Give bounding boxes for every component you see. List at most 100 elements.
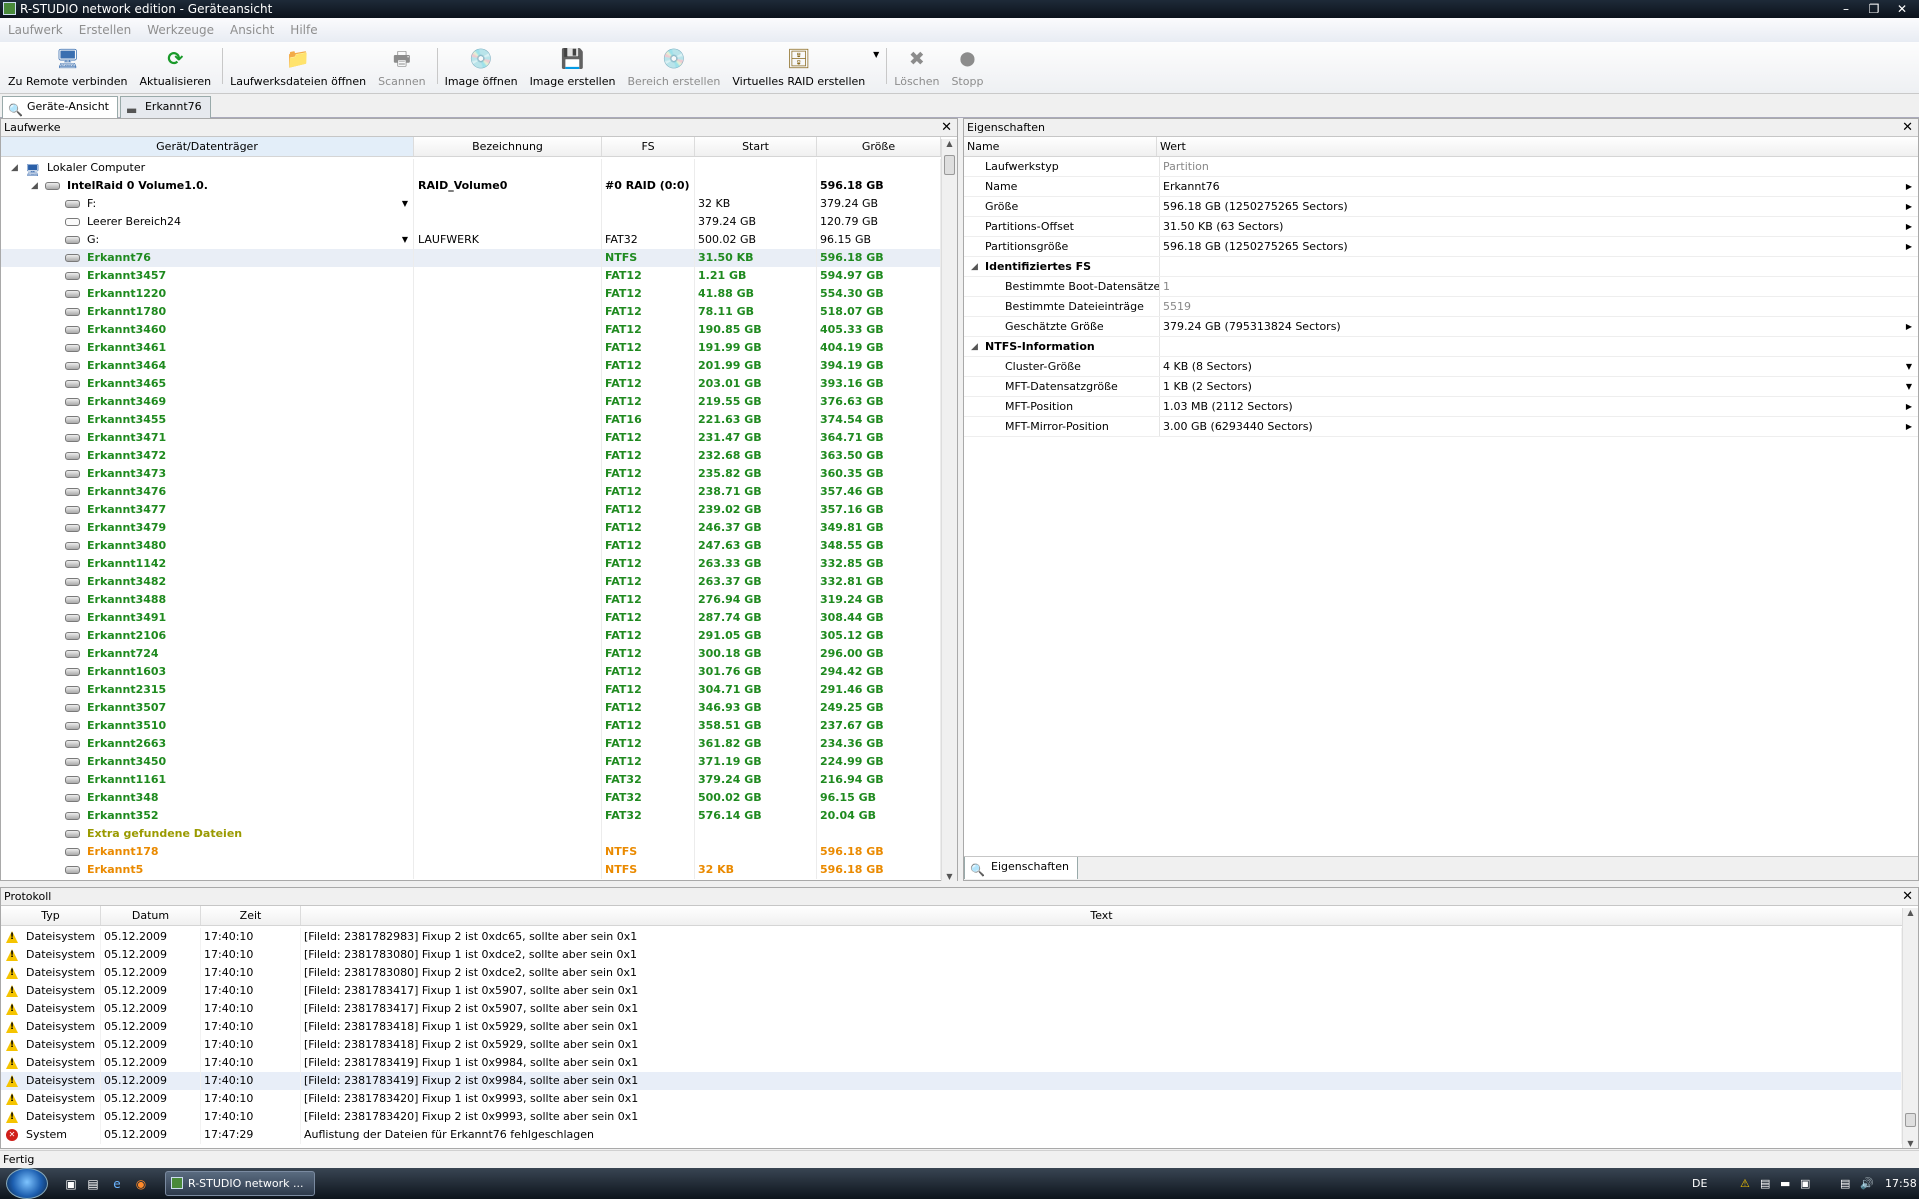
tray-security-icon[interactable]: ⚠ bbox=[1740, 1168, 1750, 1199]
col-fs[interactable]: FS bbox=[602, 137, 695, 156]
property-row[interactable]: Geschätzte Größe 379.24 GB (795313824 Sec… bbox=[964, 317, 1918, 337]
log-scroll-up-icon[interactable]: ▲ bbox=[1903, 908, 1918, 917]
open-drive-files-button[interactable]: 📁 Laufwerksdateien öffnen bbox=[226, 42, 370, 93]
property-row[interactable]: Partitions-Offset 31.50 KB (63 Sectors) ▶ bbox=[964, 217, 1918, 237]
chevron-right-icon[interactable]: ▶ bbox=[1906, 397, 1912, 417]
drive-row[interactable]: Erkannt3510 FAT12 358.51 GB 237.67 GB bbox=[1, 717, 941, 735]
create-virtual-raid-button[interactable]: 🗄 Virtuelles RAID erstellen ▼ bbox=[728, 42, 879, 93]
group-toggle-icon[interactable]: ◢ bbox=[971, 257, 978, 276]
show-desktop-icon[interactable]: ▣ bbox=[64, 1177, 78, 1191]
property-row[interactable]: MFT-Position 1.03 MB (2112 Sectors) ▶ bbox=[964, 397, 1918, 417]
log-scroll-thumb[interactable] bbox=[1905, 1113, 1916, 1127]
scan-button[interactable]: 🖶 Scannen bbox=[374, 42, 429, 93]
scroll-up-icon[interactable]: ▲ bbox=[942, 139, 957, 148]
chevron-right-icon[interactable]: ▶ bbox=[1906, 217, 1912, 237]
drive-row[interactable]: Erkannt724 FAT12 300.18 GB 296.00 GB bbox=[1, 645, 941, 663]
property-row[interactable]: Größe 596.18 GB (1250275265 Sectors) ▶ bbox=[964, 197, 1918, 217]
property-row[interactable]: Bestimmte Boot-Datensätze 1 bbox=[964, 277, 1918, 297]
connect-remote-button[interactable]: 🖥 Zu Remote verbinden bbox=[4, 42, 131, 93]
col-label[interactable]: Bezeichnung bbox=[414, 137, 602, 156]
drive-row[interactable]: Erkannt3455 FAT16 221.63 GB 374.54 GB bbox=[1, 411, 941, 429]
chevron-right-icon[interactable]: ▶ bbox=[1906, 197, 1912, 217]
menu-erstellen[interactable]: Erstellen bbox=[79, 18, 132, 42]
property-row[interactable]: Name Erkannt76 ▶ bbox=[964, 177, 1918, 197]
drive-row[interactable]: Erkannt3457 FAT12 1.21 GB 594.97 GB bbox=[1, 267, 941, 285]
menu-laufwerk[interactable]: Laufwerk bbox=[8, 18, 63, 42]
drive-row[interactable]: Erkannt348 FAT32 500.02 GB 96.15 GB bbox=[1, 789, 941, 807]
create-image-button[interactable]: 💾 Image erstellen bbox=[526, 42, 620, 93]
property-group[interactable]: ◢ NTFS-Information bbox=[964, 337, 1918, 357]
drive-row[interactable]: Erkannt3491 FAT12 287.74 GB 308.44 GB bbox=[1, 609, 941, 627]
property-row[interactable]: MFT-Datensatzgröße 1 KB (2 Sectors) ▼ bbox=[964, 377, 1918, 397]
group-toggle-icon[interactable]: ◢ bbox=[971, 337, 978, 356]
drive-row[interactable]: Erkannt2106 FAT12 291.05 GB 305.12 GB bbox=[1, 627, 941, 645]
drive-row[interactable]: Erkannt1220 FAT12 41.88 GB 554.30 GB bbox=[1, 285, 941, 303]
drives-panel-close-icon[interactable]: ✕ bbox=[941, 119, 952, 137]
log-row[interactable]: ✕ System 05.12.2009 17:47:29 Auflistung der … bbox=[1, 1126, 1902, 1144]
restore-button[interactable]: ❐ bbox=[1865, 0, 1883, 18]
drive-dropdown-icon[interactable]: ▼ bbox=[402, 231, 408, 249]
expand-toggle-icon[interactable]: ◢ bbox=[11, 159, 18, 177]
drive-row[interactable]: Leerer Bereich24 379.24 GB 120.79 GB bbox=[1, 213, 941, 231]
drive-row[interactable]: Erkannt1780 FAT12 78.11 GB 518.07 GB bbox=[1, 303, 941, 321]
log-row[interactable]: Dateisystem 05.12.200917:40:10[FileId: 23… bbox=[1, 982, 1902, 1000]
col-text[interactable]: Text bbox=[301, 906, 1902, 925]
chevron-down-icon[interactable]: ▼ bbox=[1906, 377, 1912, 397]
log-row[interactable]: Dateisystem 05.12.200917:40:10[FileId: 23… bbox=[1, 1090, 1902, 1108]
menu-hilfe[interactable]: Hilfe bbox=[290, 18, 317, 42]
create-region-button[interactable]: 💿 Bereich erstellen bbox=[623, 42, 724, 93]
log-scrollbar[interactable]: ▲ ▼ bbox=[1902, 908, 1918, 1148]
drive-row[interactable]: Erkannt1142 FAT12 263.33 GB 332.85 GB bbox=[1, 555, 941, 573]
col-prop-name[interactable]: Name bbox=[964, 137, 1157, 156]
delete-button[interactable]: ✖ Löschen bbox=[890, 42, 943, 93]
property-row[interactable]: Cluster-Größe 4 KB (8 Sectors) ▼ bbox=[964, 357, 1918, 377]
tray-network-icon[interactable]: ▤ bbox=[1760, 1168, 1770, 1199]
menu-werkzeuge[interactable]: Werkzeuge bbox=[147, 18, 214, 42]
col-start[interactable]: Start bbox=[695, 137, 817, 156]
col-date[interactable]: Datum bbox=[101, 906, 201, 925]
drives-scrollbar[interactable]: ▲ ▼ bbox=[941, 139, 957, 881]
open-image-button[interactable]: 💿 Image öffnen bbox=[441, 42, 522, 93]
log-row[interactable]: Dateisystem 05.12.200917:40:10[FileId: 23… bbox=[1, 1072, 1902, 1090]
col-time[interactable]: Zeit bbox=[201, 906, 301, 925]
log-row[interactable]: Dateisystem 05.12.200917:40:10[FileId: 23… bbox=[1, 946, 1902, 964]
drive-row[interactable]: F: ▼ 32 KB 379.24 GB bbox=[1, 195, 941, 213]
property-row[interactable]: Bestimmte Dateieinträge 5519 bbox=[964, 297, 1918, 317]
clock[interactable]: 17:58 bbox=[1885, 1168, 1917, 1199]
internet-explorer-icon[interactable]: e bbox=[110, 1177, 124, 1191]
drive-row[interactable]: Erkannt3460 FAT12 190.85 GB 405.33 GB bbox=[1, 321, 941, 339]
drive-row[interactable]: Erkannt178 NTFS 596.18 GB bbox=[1, 843, 941, 861]
drive-row[interactable]: Erkannt3471 FAT12 231.47 GB 364.71 GB bbox=[1, 429, 941, 447]
property-row[interactable]: MFT-Mirror-Position 3.00 GB (6293440 Sect… bbox=[964, 417, 1918, 437]
drive-row[interactable]: Erkannt3479 FAT12 246.37 GB 349.81 GB bbox=[1, 519, 941, 537]
firefox-icon[interactable]: ◉ bbox=[134, 1177, 148, 1191]
log-row[interactable]: Dateisystem 05.12.200917:40:10[FileId: 23… bbox=[1, 928, 1902, 946]
scroll-down-icon[interactable]: ▼ bbox=[942, 872, 957, 881]
drive-row[interactable]: Erkannt3461 FAT12 191.99 GB 404.19 GB bbox=[1, 339, 941, 357]
drive-row[interactable]: Erkannt3469 FAT12 219.55 GB 376.63 GB bbox=[1, 393, 941, 411]
close-window-button[interactable]: ✕ bbox=[1893, 0, 1911, 18]
refresh-button[interactable]: ⟳ Aktualisieren bbox=[135, 42, 215, 93]
start-button[interactable] bbox=[6, 1168, 48, 1199]
drive-row[interactable]: Erkannt3507 FAT12 346.93 GB 249.25 GB bbox=[1, 699, 941, 717]
tray-monitor-icon[interactable]: ▤ bbox=[1840, 1168, 1850, 1199]
drive-row[interactable]: Erkannt2663 FAT12 361.82 GB 234.36 GB bbox=[1, 735, 941, 753]
switch-windows-icon[interactable]: ▤ bbox=[86, 1177, 100, 1191]
log-row[interactable]: Dateisystem 05.12.200917:40:10[FileId: 23… bbox=[1, 1054, 1902, 1072]
log-row[interactable]: Dateisystem 05.12.200917:40:10[FileId: 23… bbox=[1, 1000, 1902, 1018]
drive-row[interactable]: Erkannt3480 FAT12 247.63 GB 348.55 GB bbox=[1, 537, 941, 555]
tab-erkannt76[interactable]: ▬ Erkannt76 bbox=[119, 96, 211, 118]
property-row[interactable]: Partitionsgröße 596.18 GB (1250275265 Sec… bbox=[964, 237, 1918, 257]
col-size[interactable]: Größe bbox=[817, 137, 941, 156]
tray-volume-icon[interactable]: 🔊 bbox=[1860, 1168, 1874, 1199]
drive-row[interactable]: Erkannt3476 FAT12 238.71 GB 357.46 GB bbox=[1, 483, 941, 501]
tray-display-icon[interactable]: ▣ bbox=[1800, 1168, 1810, 1199]
chevron-right-icon[interactable]: ▶ bbox=[1906, 317, 1912, 337]
stop-button[interactable]: ⬤ Stopp bbox=[947, 42, 987, 93]
tab-properties[interactable]: 🔍 Eigenschaften bbox=[964, 857, 1078, 879]
taskbar-rstudio-button[interactable]: R-STUDIO network ... bbox=[165, 1171, 315, 1196]
raid-dropdown-arrow-icon[interactable]: ▼ bbox=[873, 50, 879, 59]
drive-row[interactable]: Erkannt3465 FAT12 203.01 GB 393.16 GB bbox=[1, 375, 941, 393]
log-row[interactable]: Dateisystem 05.12.200917:40:10[FileId: 23… bbox=[1, 1108, 1902, 1126]
chevron-down-icon[interactable]: ▼ bbox=[1906, 357, 1912, 377]
